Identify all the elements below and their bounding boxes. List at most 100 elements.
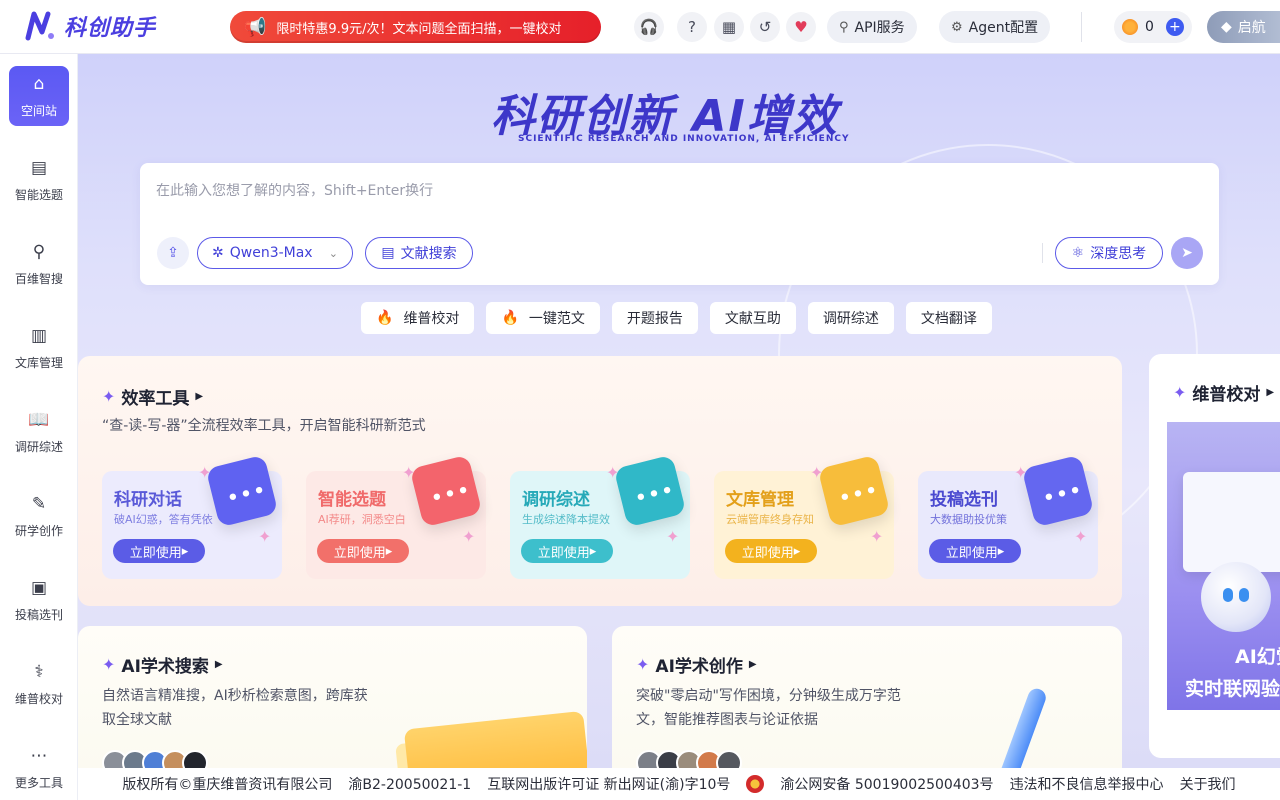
footer-report-link[interactable]: 违法和不良信息举报中心 bbox=[1010, 774, 1164, 794]
headset-icon[interactable]: 🎧 bbox=[634, 12, 664, 42]
tool-use-button[interactable]: 立即使用 ▸ bbox=[725, 539, 817, 563]
tool-name: 调研综述 bbox=[522, 490, 590, 510]
brand-logo[interactable]: 科创助手 bbox=[24, 10, 156, 42]
sidebar-item-review[interactable]: 📖 调研综述 bbox=[9, 402, 69, 462]
illustration-dots: ••• bbox=[429, 479, 474, 510]
chip-label: 一键范文 bbox=[528, 311, 585, 327]
promo-banner[interactable]: 📢 限时特惠9.9元/次！文本问题全面扫描，一键校对 bbox=[230, 11, 601, 43]
sidebar-item-topic[interactable]: ▤ 智能选题 bbox=[9, 150, 69, 210]
hero-subtitle: SCIENTIFIC RESEARCH AND INNOVATION, AI E… bbox=[518, 134, 850, 144]
chip-sample-essay[interactable]: 🔥 一键范文 bbox=[486, 302, 600, 334]
sidebar-item-library[interactable]: ▥ 文库管理 bbox=[9, 318, 69, 378]
calendar-icon[interactable]: ▦ bbox=[714, 12, 744, 42]
send-icon[interactable]: ➤ bbox=[1171, 237, 1203, 269]
tool-card[interactable]: ••• 文库管理 云端管库终身存知 立即使用 ▸ ✦ ✦ bbox=[714, 454, 894, 579]
gear-icon: ⚙ bbox=[951, 19, 963, 35]
api-service-button[interactable]: ⚲ API服务 bbox=[827, 11, 917, 43]
robot-eye bbox=[1239, 588, 1249, 602]
fire-icon: 🔥 bbox=[376, 310, 394, 326]
sidebar-item-writing[interactable]: ✎ 研学创作 bbox=[9, 486, 69, 546]
ai-search-card[interactable]: ✦ AI学术搜索 ▶ 自然语言精准搜，AI秒析检索意图，跨库获取全球文献 bbox=[78, 626, 587, 768]
illustration-dots: ••• bbox=[633, 479, 678, 510]
ai-write-card[interactable]: ✦ AI学术创作 ▶ 突破"零启动"写作困境，分钟级生成万字范文，智能推荐图表与… bbox=[612, 626, 1122, 768]
sidebar-item-home[interactable]: ⌂ 空间站 bbox=[9, 66, 69, 126]
tool-subtitle: 大数据助投优策 bbox=[930, 513, 1007, 526]
sidebar-item-search[interactable]: ⚲ 百维智搜 bbox=[9, 234, 69, 294]
ai-write-title-text: AI学术创作 bbox=[655, 657, 743, 677]
footer-icp[interactable]: 渝B2-20050021-1 bbox=[348, 774, 471, 794]
api-service-label: API服务 bbox=[854, 20, 905, 36]
tool-use-button[interactable]: 立即使用 ▸ bbox=[113, 539, 205, 563]
sidebar-item-label: 更多工具 bbox=[14, 775, 63, 790]
proofread-card[interactable]: ✦ 维普校对 ▶ AI幻觉 实时联网验 bbox=[1149, 354, 1280, 758]
tool-subtitle: 破AI幻惑，答有凭依 bbox=[114, 513, 213, 526]
app-window-illustration bbox=[1183, 472, 1280, 572]
tool-card[interactable]: ••• 智能选题 AI荐研，洞悉空白 立即使用 ▸ ✦ ✦ bbox=[306, 454, 486, 579]
deep-think-button[interactable]: ⚛ 深度思考 bbox=[1055, 237, 1163, 269]
add-coins-icon[interactable]: + bbox=[1165, 18, 1184, 36]
tool-card[interactable]: ••• 调研综述 生成综述降本提效 立即使用 ▸ ✦ ✦ bbox=[510, 454, 690, 579]
footer-police-record[interactable]: 渝公网安备 50019002500403号 bbox=[780, 774, 993, 794]
tool-use-button[interactable]: 立即使用 ▸ bbox=[521, 539, 613, 563]
sidebar-item-label: 文库管理 bbox=[14, 355, 63, 370]
edit-icon: ✎ bbox=[31, 493, 47, 514]
chip-label: 文档翻译 bbox=[920, 311, 977, 327]
chip-translate[interactable]: 文档翻译 bbox=[905, 302, 992, 334]
illustration-dots: ••• bbox=[837, 479, 882, 510]
caret-right-icon: ▸ bbox=[793, 543, 801, 559]
heart-pulse-icon[interactable]: ♥ bbox=[786, 12, 816, 42]
history-icon[interactable]: ↺ bbox=[750, 12, 780, 42]
sparkle-icon: ✦ bbox=[102, 387, 116, 406]
literature-search-button[interactable]: ▤ 文献搜索 bbox=[365, 237, 473, 269]
tool-use-label: 立即使用 bbox=[945, 545, 998, 561]
chip-review[interactable]: 调研综述 bbox=[807, 302, 894, 334]
tool-card[interactable]: ••• 投稿选刊 大数据助投优策 立即使用 ▸ ✦ ✦ bbox=[918, 454, 1098, 579]
main-content: 科研创新 AI增效 SCIENTIFIC RESEARCH AND INNOVA… bbox=[78, 54, 1280, 768]
caret-right-icon: ▶ bbox=[1266, 387, 1275, 398]
deep-think-label: 深度思考 bbox=[1090, 246, 1147, 262]
tool-illustration: ••• bbox=[1021, 454, 1095, 528]
fire-icon: 🔥 bbox=[501, 310, 519, 326]
agent-config-label: Agent配置 bbox=[968, 20, 1039, 36]
footer-about-link[interactable]: 关于我们 bbox=[1180, 774, 1236, 794]
sparkle-icon: ✦ bbox=[1173, 383, 1187, 402]
chip-literature-help[interactable]: 文献互助 bbox=[709, 302, 796, 334]
vip-button[interactable]: ◆ 启航 bbox=[1207, 11, 1280, 43]
upload-icon[interactable]: ⇪ bbox=[157, 237, 189, 269]
chat-search-box: ⇪ ✲ Qwen3-Max ⌄ ▤ 文献搜索 ⚛ 深度思考 ➤ bbox=[140, 163, 1219, 285]
caret-right-icon: ▶ bbox=[214, 659, 223, 670]
search-input[interactable] bbox=[156, 183, 1056, 199]
footer-copyright: 版权所有©重庆维普资讯有限公司 bbox=[122, 777, 333, 793]
sidebar-item-label: 调研综述 bbox=[14, 439, 63, 454]
illustration-dots: ••• bbox=[225, 479, 270, 510]
sidebar-item-label: 空间站 bbox=[20, 103, 57, 118]
chip-proposal[interactable]: 开题报告 bbox=[611, 302, 698, 334]
tool-use-button[interactable]: 立即使用 ▸ bbox=[929, 539, 1021, 563]
tool-illustration: ••• bbox=[205, 454, 279, 528]
help-icon[interactable]: ? bbox=[677, 12, 707, 42]
chip-proofread[interactable]: 🔥 维普校对 bbox=[361, 302, 475, 334]
sidebar-item-proofread[interactable]: ⚕ 维普校对 bbox=[9, 654, 69, 714]
promo-text: 限时特惠9.9元/次！文本问题全面扫描，一键校对 bbox=[276, 21, 562, 37]
sparkle-icon: ✦ bbox=[102, 655, 116, 674]
tool-card[interactable]: ••• 科研对话 破AI幻惑，答有凭依 立即使用 ▸ ✦ ✦ bbox=[102, 454, 282, 579]
sidebar-item-journal[interactable]: ▣ 投稿选刊 bbox=[9, 570, 69, 630]
model-select[interactable]: ✲ Qwen3-Max ⌄ bbox=[197, 237, 353, 269]
model-select-value: Qwen3-Max bbox=[229, 245, 313, 261]
agent-config-button[interactable]: ⚙ Agent配置 bbox=[939, 11, 1051, 43]
sparkle-icon: ✦ bbox=[666, 527, 680, 546]
caret-right-icon: ▸ bbox=[589, 543, 597, 559]
avatar bbox=[716, 750, 742, 768]
proofread-card-title: ✦ 维普校对 ▶ bbox=[1173, 380, 1274, 405]
illustration-dots: ••• bbox=[1041, 479, 1086, 510]
sidebar-item-label: 维普校对 bbox=[14, 691, 63, 706]
coin-balance[interactable]: 0 + bbox=[1114, 11, 1192, 43]
header-divider bbox=[1081, 12, 1082, 42]
robot-illustration bbox=[1201, 562, 1271, 632]
proofread-card-title-text: 维普校对 bbox=[1192, 385, 1261, 405]
sidebar-item-more[interactable]: ⋯ 更多工具 bbox=[9, 738, 69, 798]
footer-publish-license[interactable]: 互联网出版许可证 新出网证(渝)字10号 bbox=[487, 774, 730, 794]
tool-use-button[interactable]: 立即使用 ▸ bbox=[317, 539, 409, 563]
proofread-slogan-2: 实时联网验 bbox=[1185, 678, 1280, 700]
efficiency-title[interactable]: ✦ 效率工具 ▶ bbox=[102, 384, 203, 409]
